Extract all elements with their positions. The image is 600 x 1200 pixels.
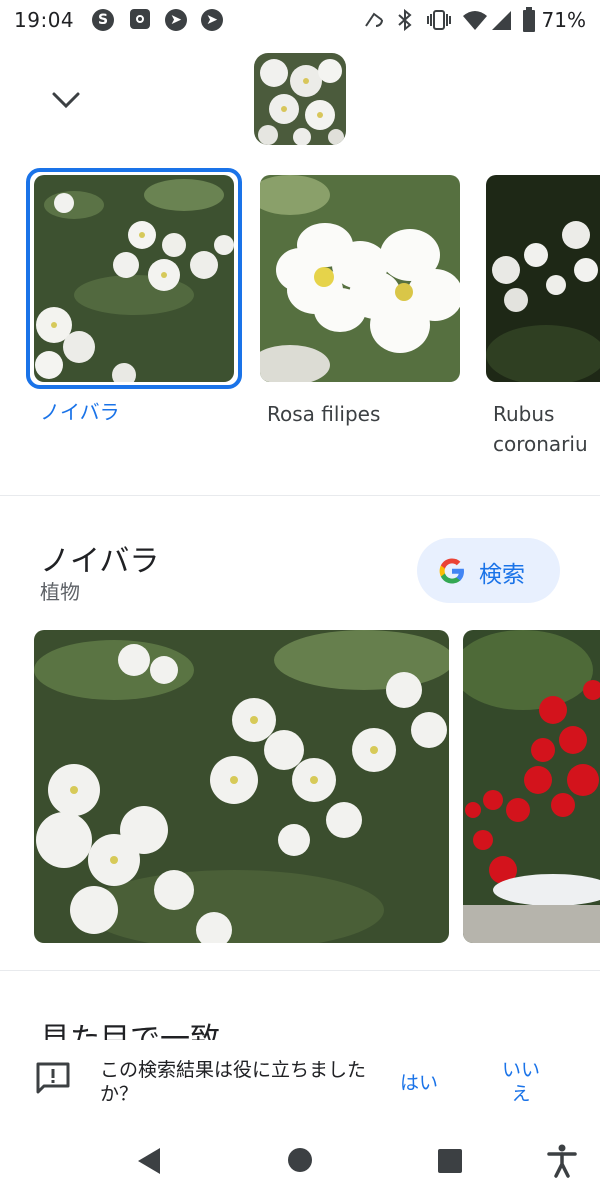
wifi-icon bbox=[463, 11, 487, 30]
candidate-image-rubus[interactable] bbox=[486, 175, 600, 382]
divider bbox=[0, 970, 600, 971]
camera-icon bbox=[130, 9, 150, 29]
result-image-1[interactable] bbox=[34, 630, 449, 943]
nfc-icon bbox=[365, 12, 383, 27]
battery-percent: 71% bbox=[541, 8, 586, 32]
status-bar: 19:04 S ➤ ➤ 71% bbox=[0, 0, 600, 40]
divider bbox=[0, 495, 600, 496]
bluetooth-icon bbox=[398, 9, 412, 31]
red-roses-image bbox=[463, 630, 600, 943]
rosa-filipes-flowers-image bbox=[260, 175, 460, 382]
accessibility-icon[interactable] bbox=[546, 1144, 578, 1178]
recents-icon[interactable] bbox=[436, 1147, 464, 1175]
search-button-label: 検索 bbox=[479, 562, 525, 588]
result-subtitle: 植物 bbox=[40, 580, 80, 604]
signal-icon bbox=[492, 11, 511, 30]
feedback-no-button[interactable]: いいえ bbox=[500, 1058, 542, 1106]
google-search-button[interactable]: 検索 bbox=[417, 538, 560, 603]
rubus-flowers-image bbox=[486, 175, 600, 382]
feedback-yes-button[interactable]: はい bbox=[400, 1068, 438, 1095]
candidate-label-rubus[interactable]: Rubus coronariu bbox=[493, 399, 600, 461]
vibrate-icon bbox=[427, 10, 451, 30]
navigation-bar bbox=[0, 1124, 600, 1200]
chevron-down-icon bbox=[52, 92, 80, 109]
s-icon: S bbox=[92, 9, 114, 31]
result-title: ノイバラ bbox=[40, 544, 160, 579]
candidate-image-noibara[interactable] bbox=[34, 175, 234, 382]
candidate-label-noibara[interactable]: ノイバラ bbox=[40, 397, 120, 427]
noibara-large-image bbox=[34, 630, 449, 943]
collapse-button[interactable] bbox=[44, 82, 88, 118]
back-icon[interactable] bbox=[134, 1146, 164, 1176]
feedback-question: この検索結果は役に立ちましたか？ bbox=[100, 1059, 367, 1105]
feedback-icon bbox=[36, 1062, 70, 1094]
result-image-2[interactable] bbox=[463, 630, 600, 943]
google-logo-icon bbox=[439, 558, 464, 584]
battery-icon bbox=[523, 7, 535, 32]
query-image-thumbnail[interactable] bbox=[254, 53, 346, 145]
home-icon[interactable] bbox=[286, 1146, 314, 1174]
send-icon: ➤ bbox=[201, 9, 223, 31]
send-icon: ➤ bbox=[165, 9, 187, 31]
candidate-label-rosa-filipes[interactable]: Rosa filipes bbox=[267, 399, 380, 429]
white-roses-image bbox=[254, 53, 346, 145]
noibara-flowers-image bbox=[34, 175, 234, 382]
candidate-image-rosa-filipes[interactable] bbox=[260, 175, 460, 382]
clock: 19:04 bbox=[14, 8, 75, 32]
